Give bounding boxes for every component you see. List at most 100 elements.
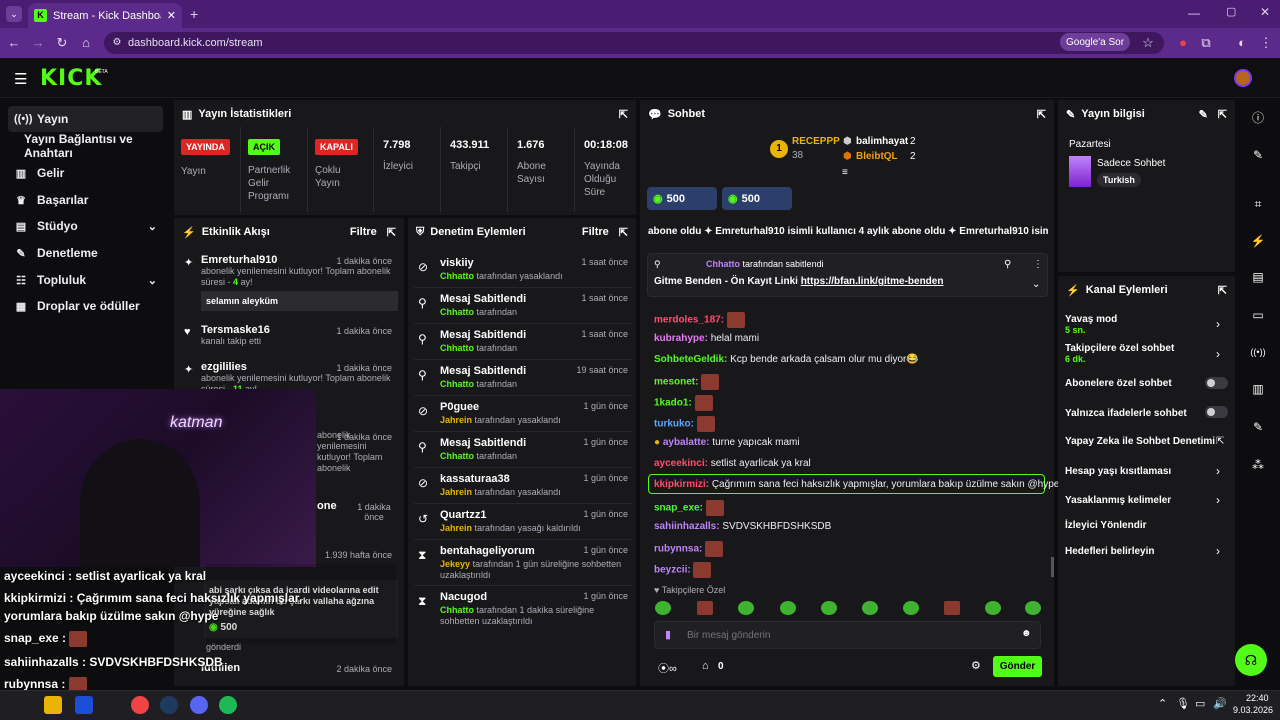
kicks-gift-bar-1[interactable]: ◉ 500 xyxy=(647,187,717,210)
slow-mode-setting[interactable]: Yavaş mod 5 sn. xyxy=(1065,314,1117,335)
emote-6[interactable] xyxy=(862,601,878,615)
emote-9[interactable] xyxy=(985,601,1001,615)
extensions-icon[interactable]: ⧉ xyxy=(1198,35,1214,51)
chevron-right-icon[interactable]: › xyxy=(1216,347,1220,361)
taskbar-chrome-icon[interactable] xyxy=(131,696,149,714)
maximize-icon[interactable]: ▢ xyxy=(1226,5,1236,18)
nav-item-denetleme[interactable]: ✎ Denetleme xyxy=(8,240,163,266)
tray-volume-icon[interactable]: 🔊 xyxy=(1213,697,1227,710)
tray-chevron-icon[interactable]: ⌃ xyxy=(1158,697,1167,710)
chat-scrollbar[interactable] xyxy=(1051,557,1054,577)
emote-chat-toggle[interactable] xyxy=(1205,406,1228,418)
home-icon[interactable]: ⌂ xyxy=(78,35,94,50)
chevron-right-icon[interactable]: › xyxy=(1216,464,1220,478)
pinned-menu-icon[interactable]: ⋮ xyxy=(1033,259,1043,270)
browser-tab[interactable]: K Stream - Kick Dashboard ✕ xyxy=(28,3,182,28)
layout-icon[interactable]: ▥ xyxy=(1247,378,1269,400)
taskbar-outlook-icon[interactable] xyxy=(75,696,93,714)
set-goals-setting[interactable]: Hedefleri belirleyin xyxy=(1065,546,1154,557)
wrench-icon[interactable]: ✎ xyxy=(1247,416,1269,438)
banned-words-setting[interactable]: Yasaklanmış kelimeler xyxy=(1065,495,1171,506)
browser-menu-icon[interactable]: ⋮ xyxy=(1258,35,1274,51)
taskbar-steam-icon[interactable] xyxy=(160,696,178,714)
emote-3[interactable] xyxy=(738,601,754,615)
nav-item-droplar[interactable]: ▦ Droplar ve ödüller xyxy=(8,293,163,319)
help-support-button[interactable]: ☊ xyxy=(1235,644,1267,676)
popout-icon[interactable]: ⇱ xyxy=(1037,108,1046,121)
popout-icon[interactable]: ⇱ xyxy=(619,226,628,239)
url-field[interactable]: dashboard.kick.com/stream xyxy=(104,32,1164,54)
points-icon[interactable]: ⦿∞ xyxy=(658,660,677,676)
popout-icon[interactable]: ⇱ xyxy=(1218,284,1227,297)
emote-2[interactable] xyxy=(697,601,713,615)
emote-5[interactable] xyxy=(821,601,837,615)
nav-item-stream-key[interactable]: Yayın Bağlantısı ve Anahtarı xyxy=(18,132,173,160)
taskbar-discord-icon[interactable] xyxy=(190,696,208,714)
shop-icon[interactable]: ⌂ xyxy=(702,660,709,672)
taskbar-spotify-icon[interactable] xyxy=(219,696,237,714)
leaderboard-expand-icon[interactable]: ≡ xyxy=(842,167,848,178)
nav-item-basarilar[interactable]: ♛ Başarılar xyxy=(8,187,163,213)
nav-item-gelir[interactable]: ▥ Gelir xyxy=(8,160,163,186)
ai-moderation-link[interactable]: Yapay Zeka ile Sohbet Denetimi xyxy=(1065,436,1215,447)
external-link-icon[interactable]: ⇱ xyxy=(1216,436,1224,447)
send-button[interactable]: Gönder xyxy=(993,656,1042,677)
activity-filter-button[interactable]: Filtre xyxy=(350,226,377,238)
chat-input-box[interactable]: ▮ ☻ xyxy=(654,621,1041,649)
close-window-icon[interactable]: ✕ xyxy=(1260,5,1270,19)
tray-time[interactable]: 22:40 xyxy=(1246,693,1269,703)
popout-icon[interactable]: ⇱ xyxy=(387,226,396,239)
emote-4[interactable] xyxy=(780,601,796,615)
nav-item-topluluk[interactable]: ☷ Topluluk ⌄ xyxy=(8,267,163,293)
emoji-icon[interactable]: ☻ xyxy=(1021,628,1032,639)
nav-item-studyo[interactable]: ▤ Stüdyo ⌄ xyxy=(8,213,163,239)
ask-google-button[interactable]: Google'a Sor xyxy=(1060,33,1131,51)
notes-icon[interactable]: ▤ xyxy=(1247,266,1269,288)
back-icon[interactable]: ← xyxy=(6,35,22,50)
emote-1[interactable] xyxy=(655,601,671,615)
profile-avatar-icon[interactable]: ◐ xyxy=(1234,35,1250,50)
tab-search-icon[interactable]: ⌄ xyxy=(6,6,22,22)
close-tab-icon[interactable]: ✕ xyxy=(167,9,176,22)
bolt-icon[interactable]: ⚡ xyxy=(1247,230,1269,252)
followers-chat-setting[interactable]: Takipçilere özel sohbet 6 dk. xyxy=(1065,343,1174,364)
emote-7[interactable] xyxy=(903,601,919,615)
tray-mic-icon[interactable]: 🎙 xyxy=(1176,697,1190,710)
moderation-filter-button[interactable]: Filtre xyxy=(582,226,609,238)
age-restriction-setting[interactable]: Hesap yaşı kısıtlaması xyxy=(1065,466,1171,477)
nav-item-yayin[interactable]: ((•)) Yayın xyxy=(8,106,163,132)
popout-icon[interactable]: ⇱ xyxy=(619,108,628,121)
chevron-down-icon[interactable]: ⌄ xyxy=(1032,279,1040,290)
extension-red-icon[interactable]: ● xyxy=(1175,35,1191,50)
chat-input[interactable] xyxy=(687,627,1007,643)
edit-icon[interactable]: ✎ xyxy=(1247,144,1269,166)
bookmark-star-icon[interactable]: ☆ xyxy=(1140,35,1156,51)
chevron-right-icon[interactable]: › xyxy=(1216,493,1220,507)
clip-icon[interactable]: ⌗ xyxy=(1247,193,1269,215)
emote-8[interactable] xyxy=(944,601,960,615)
reload-icon[interactable]: ↻ xyxy=(54,35,70,51)
user-avatar[interactable] xyxy=(1234,69,1252,87)
popout-icon[interactable]: ⇱ xyxy=(1218,108,1227,121)
new-tab-icon[interactable]: + xyxy=(190,6,198,22)
chat-icon[interactable]: ▭ xyxy=(1247,304,1269,326)
chat-settings-icon[interactable]: ⚙ xyxy=(971,659,981,672)
forward-icon[interactable]: → xyxy=(30,35,46,50)
hamburger-menu-icon[interactable]: ☰ xyxy=(14,70,27,88)
chevron-right-icon[interactable]: › xyxy=(1216,317,1220,331)
unpin-icon[interactable]: ⚲ xyxy=(1004,259,1011,270)
site-info-icon[interactable]: ⚙ xyxy=(109,37,125,48)
taskbar-file-explorer-icon[interactable] xyxy=(44,696,62,714)
kick-logo[interactable]: KICK xyxy=(40,66,102,91)
broadcast-icon[interactable]: ((•)) xyxy=(1247,341,1269,363)
chevron-right-icon[interactable]: › xyxy=(1216,544,1220,558)
kicks-gift-bar-2[interactable]: ◉ 500 xyxy=(722,187,792,210)
subs-chat-toggle[interactable] xyxy=(1205,377,1228,389)
redirect-viewers-setting[interactable]: İzleyici Yönlendir xyxy=(1065,520,1147,531)
tray-network-icon[interactable]: ▭ xyxy=(1195,697,1205,710)
mic-icon[interactable]: ▮ xyxy=(665,628,671,641)
emote-10[interactable] xyxy=(1025,601,1041,615)
community-icon[interactable]: ⁂ xyxy=(1247,454,1269,476)
tray-date[interactable]: 9.03.2026 xyxy=(1233,705,1273,715)
edit-icon[interactable]: ✎ xyxy=(1199,108,1208,121)
